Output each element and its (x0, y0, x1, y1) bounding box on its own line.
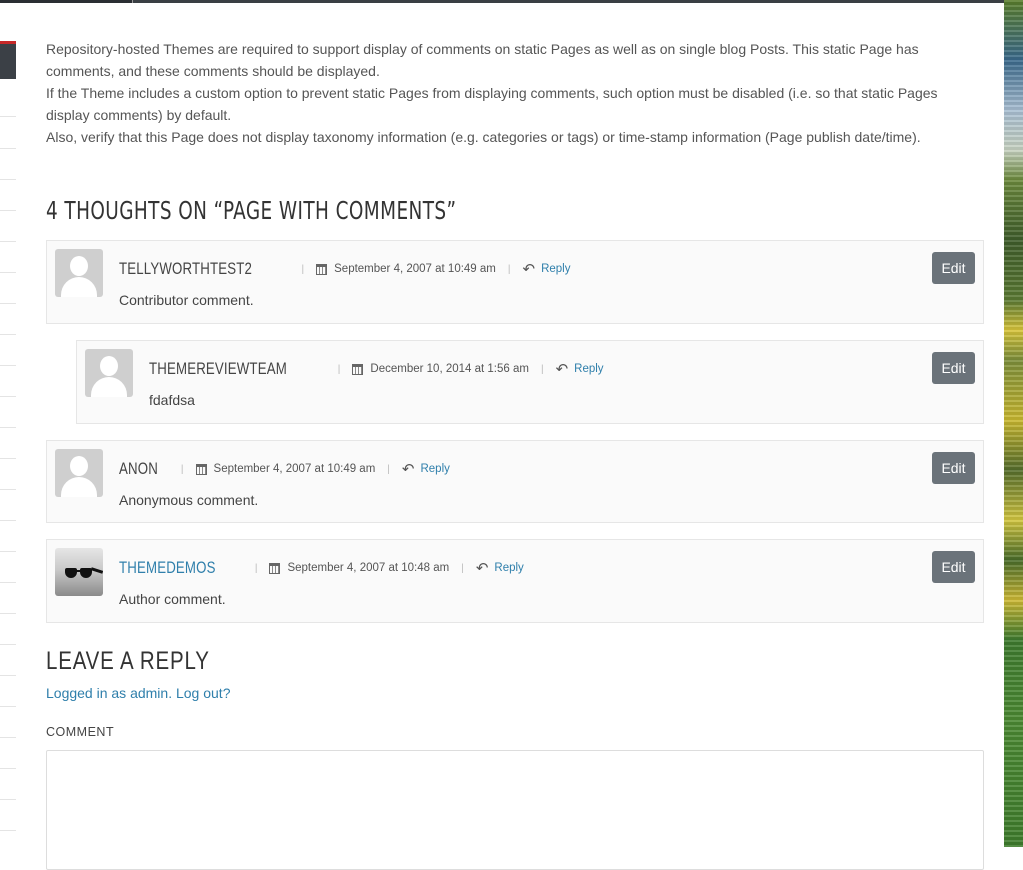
comment-author-link[interactable]: THEMEDEMOS (119, 558, 216, 578)
sidebar-divider (0, 334, 16, 335)
edit-comment-button[interactable]: Edit (932, 551, 975, 583)
sidebar-divider (0, 489, 16, 490)
calendar-icon (195, 463, 207, 475)
calendar-icon (316, 263, 328, 275)
comment-author: TELLYWORTHTEST2 (119, 259, 253, 278)
top-bar-tab[interactable] (0, 0, 133, 3)
meta-separator: | (301, 263, 305, 275)
sidebar-divider (0, 303, 16, 304)
calendar-icon (352, 363, 364, 375)
page-content: Repository-hosted Themes are required to… (46, 38, 984, 148)
comment-text: Author comment. (119, 591, 226, 607)
edit-comment-button[interactable]: Edit (932, 252, 975, 284)
comment-field-label: COMMENT (46, 725, 115, 739)
reply-arrow-icon: ↶ (475, 559, 489, 577)
reply-link[interactable]: ↶ Reply (522, 262, 570, 277)
comment: THEMEDEMOS | September 4, 2007 at 10:48 … (46, 539, 984, 623)
sunglasses-photo-avatar (55, 548, 103, 596)
reply-link-text[interactable]: Reply (574, 363, 603, 375)
sidebar-divider (0, 458, 16, 459)
reply-link-text[interactable]: Reply (541, 263, 570, 275)
comment: TELLYWORTHTEST2 | September 4, 2007 at 1… (46, 240, 984, 324)
sidebar-divider (0, 179, 16, 180)
meta-separator: | (387, 463, 390, 475)
meta-separator: | (507, 263, 511, 275)
calendar-icon (269, 562, 281, 574)
intro-paragraph: If the Theme includes a custom option to… (46, 85, 938, 123)
reply-arrow-icon: ↶ (555, 360, 569, 378)
default-avatar-icon (55, 249, 103, 297)
intro-paragraph: Repository-hosted Themes are required to… (46, 41, 919, 79)
meta-separator: | (254, 562, 258, 574)
comment-author: THEMEREVIEWTEAM (149, 359, 287, 378)
sidebar-divider (0, 551, 16, 552)
comment: ANON | September 4, 2007 at 10:49 am | ↶… (46, 440, 984, 523)
comment-date[interactable]: September 4, 2007 at 10:48 am (269, 562, 449, 574)
sidebar-divider (0, 365, 16, 366)
meta-separator: | (461, 562, 464, 574)
comment-meta: THEMEREVIEWTEAM | December 10, 2014 at 1… (149, 358, 604, 380)
edit-comment-button[interactable]: Edit (932, 452, 975, 484)
reply-link-text[interactable]: Reply (420, 463, 449, 475)
comment-date-text[interactable]: September 4, 2007 at 10:48 am (287, 562, 449, 574)
logged-in-line: Logged in as admin. Log out? (46, 685, 230, 701)
sidebar-active-item[interactable] (0, 41, 16, 79)
comments-title: 4 THOUGHTS ON “PAGE WITH COMMENTS” (46, 196, 457, 225)
sidebar-divider (0, 675, 16, 676)
comment-text: Contributor comment. (119, 292, 254, 308)
sidebar-divider (0, 830, 16, 831)
comment-text: fdafdsa (149, 392, 195, 408)
comment-date-text[interactable]: September 4, 2007 at 10:49 am (334, 263, 496, 275)
reply-link[interactable]: ↶ Reply (476, 561, 524, 576)
sidebar-divider (0, 272, 16, 273)
comment-date-text[interactable]: December 10, 2014 at 1:56 am (370, 363, 529, 375)
logged-in-as-link[interactable]: Logged in as admin. (46, 685, 172, 701)
sidebar-divider (0, 427, 16, 428)
sidebar-divider (0, 396, 16, 397)
sidebar-divider (0, 241, 16, 242)
meta-separator: | (540, 363, 544, 375)
comment-date[interactable]: September 4, 2007 at 10:49 am (316, 263, 496, 275)
comment-meta: TELLYWORTHTEST2 | September 4, 2007 at 1… (119, 258, 570, 280)
sidebar-divider (0, 582, 16, 583)
meta-separator: | (337, 363, 341, 375)
logout-link[interactable]: Log out? (176, 685, 231, 701)
sidebar-divider (0, 799, 16, 800)
reply-link[interactable]: ↶ Reply (556, 362, 604, 377)
background-stadium-image (1004, 0, 1023, 847)
comment-date[interactable]: December 10, 2014 at 1:56 am (352, 363, 529, 375)
default-avatar-icon (85, 349, 133, 397)
sidebar-divider (0, 613, 16, 614)
sidebar-divider (0, 148, 16, 149)
sidebar-divider (0, 644, 16, 645)
sidebar-divider (0, 737, 16, 738)
sidebar-divider (0, 706, 16, 707)
meta-separator: | (180, 463, 184, 475)
comment-author: ANON (119, 459, 158, 478)
sidebar-divider (0, 116, 16, 117)
comment-date-text[interactable]: September 4, 2007 at 10:49 am (214, 463, 376, 475)
sidebar-divider (0, 210, 16, 211)
comment-meta: ANON | September 4, 2007 at 10:49 am | ↶… (119, 458, 450, 480)
reply-arrow-icon: ↶ (522, 260, 536, 278)
edit-comment-button[interactable]: Edit (932, 352, 975, 384)
reply-arrow-icon: ↶ (401, 460, 415, 478)
comment-textarea[interactable] (46, 750, 984, 870)
comment-meta: THEMEDEMOS | September 4, 2007 at 10:48 … (119, 557, 524, 579)
sidebar-divider (0, 520, 16, 521)
sidebar-edge (0, 3, 16, 847)
default-avatar-icon (55, 449, 103, 497)
leave-reply-title: LEAVE A REPLY (46, 647, 210, 675)
sidebar-divider (0, 768, 16, 769)
reply-link-text[interactable]: Reply (494, 562, 523, 574)
reply-link[interactable]: ↶ Reply (402, 462, 450, 477)
comment-text: Anonymous comment. (119, 492, 259, 508)
comment-reply: THEMEREVIEWTEAM | December 10, 2014 at 1… (76, 340, 984, 424)
top-bar (0, 0, 1004, 3)
intro-paragraph: Also, verify that this Page does not dis… (46, 129, 921, 145)
comment-date[interactable]: September 4, 2007 at 10:49 am (195, 463, 376, 475)
